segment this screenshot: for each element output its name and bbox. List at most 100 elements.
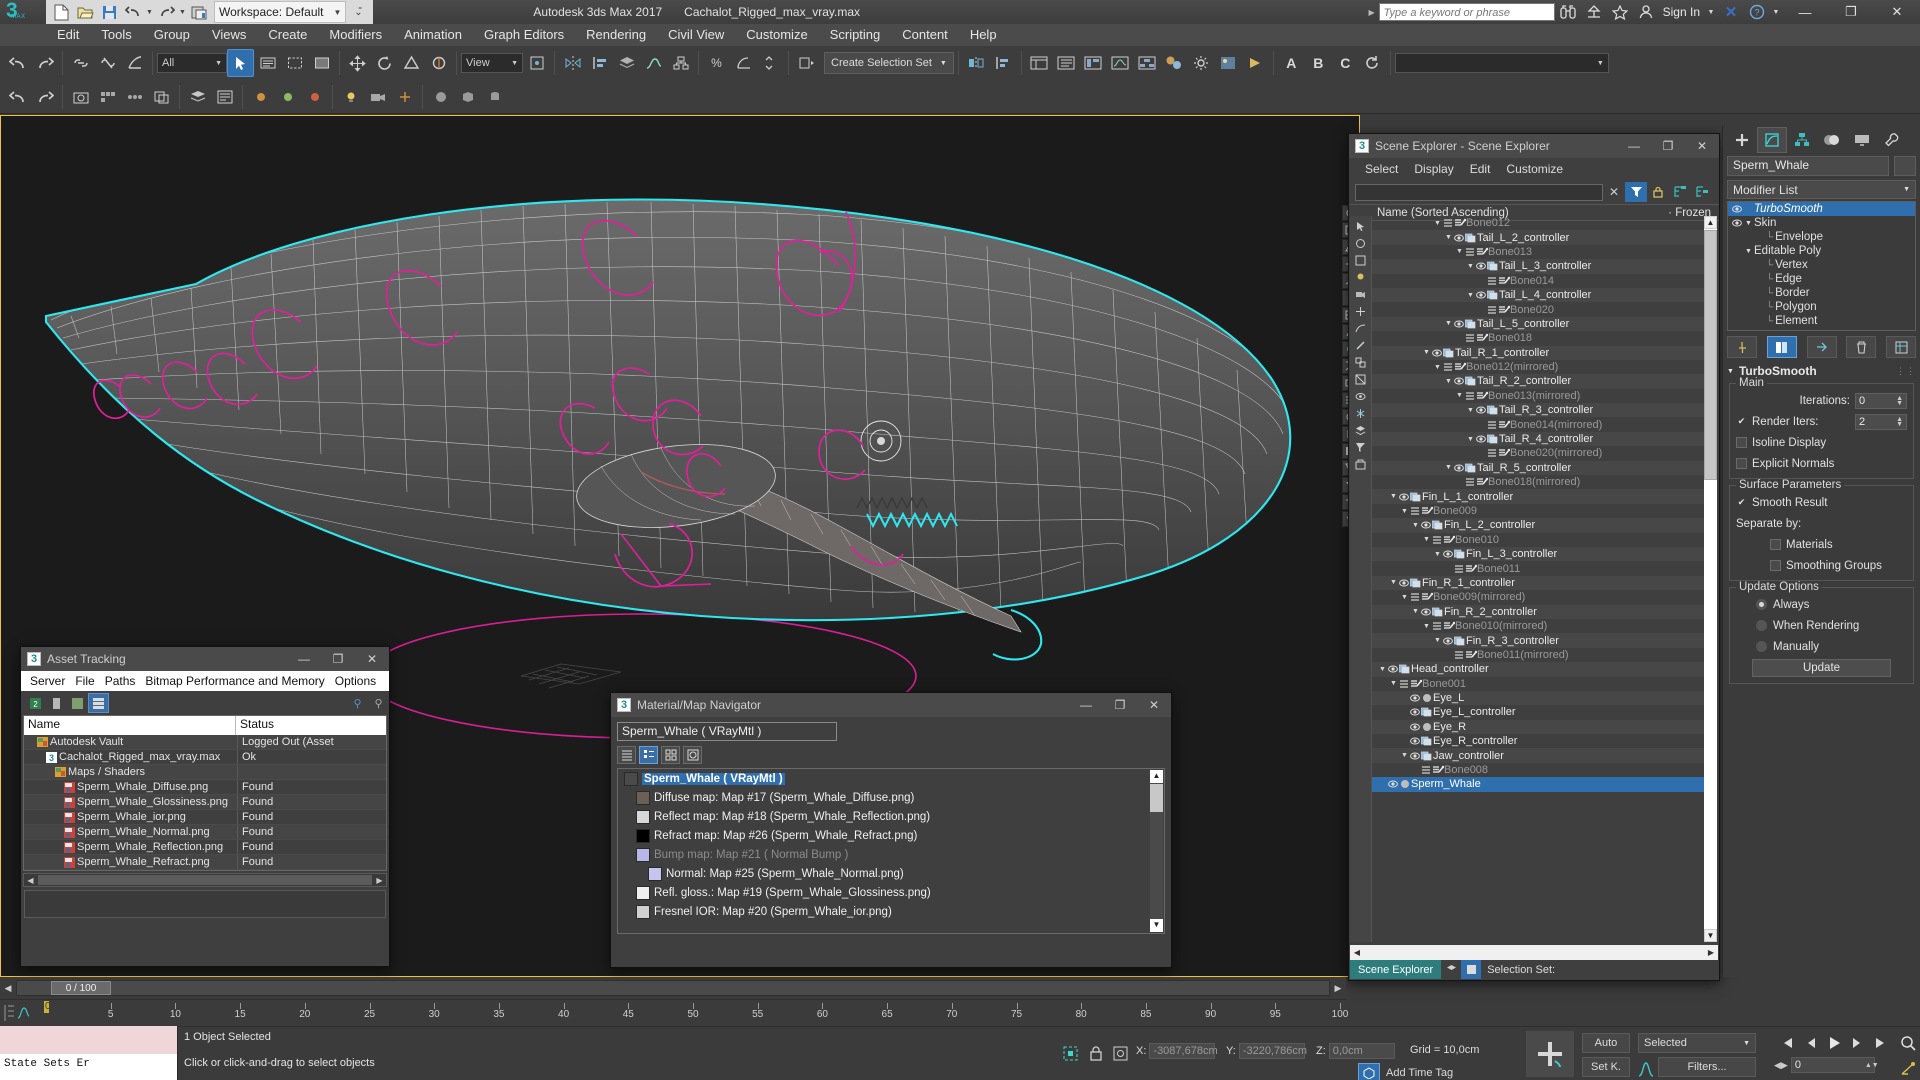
auto-key-big-icon[interactable]	[1526, 1031, 1574, 1077]
se-tool-hidden-icon[interactable]	[1353, 388, 1369, 404]
visibility-eye-icon[interactable]	[1398, 579, 1409, 587]
asset-name-cell[interactable]: 3 Cachalot_Rigged_max_vray.max	[24, 750, 238, 764]
menu-item-modifiers[interactable]: Modifiers	[318, 24, 393, 46]
scrollbar-thumb[interactable]	[1704, 230, 1717, 480]
scene-tree-row[interactable]: ▼ Bone013(mirrored)	[1372, 389, 1704, 403]
asset-row[interactable]: 3 Cachalot_Rigged_max_vray.max Ok	[24, 750, 386, 765]
node-name[interactable]: Tail_L_5_controller	[1477, 318, 1569, 330]
scroll-left-icon[interactable]: ◀	[1350, 948, 1364, 957]
expand-collapse-icon[interactable]: ▼	[1411, 522, 1420, 529]
scene-tree-row[interactable]: Eye_R_controller	[1372, 734, 1704, 748]
exchange-icon[interactable]: ✕	[1718, 0, 1744, 24]
scene-tree-row[interactable]: ▼ Bone009	[1372, 504, 1704, 518]
se-tool-shape-icon[interactable]	[1353, 252, 1369, 268]
z-input[interactable]: 0,0cm	[1328, 1043, 1395, 1059]
node-name[interactable]: Bone020(mirrored)	[1510, 447, 1602, 459]
large-icons-view-icon[interactable]	[683, 746, 702, 764]
viewport-nav-row2[interactable]	[1896, 1057, 1920, 1080]
menu-item-edit[interactable]: Edit	[46, 24, 90, 46]
asset-close-icon[interactable]: ✕	[355, 647, 389, 671]
asset-name-cell[interactable]: Maps / Shaders	[24, 765, 238, 779]
scene-tree-row[interactable]: ▼ Tail_R_1_controller	[1372, 345, 1704, 360]
node-name[interactable]: Jaw_controller	[1433, 750, 1504, 762]
asset-tracking-menubar[interactable]: Server File Paths Bitmap Performance and Me…	[21, 671, 389, 691]
menu-item-graph-editors[interactable]: Graph Editors	[473, 24, 575, 46]
display-tab-icon[interactable]	[1847, 127, 1877, 153]
node-name[interactable]: Eye_R	[1433, 721, 1466, 733]
expand-collapse-icon[interactable]: ▼	[1389, 680, 1398, 687]
spinner-arrows-icon[interactable]: ▲▼	[1896, 416, 1903, 428]
modifier-stack-row[interactable]: └ Envelope	[1728, 230, 1915, 244]
node-name[interactable]: Fin_R_3_controller	[1466, 635, 1559, 647]
object-name-input[interactable]: Sperm_Whale	[1727, 156, 1889, 176]
help-icon[interactable]: ?	[1744, 0, 1770, 24]
smoothing-groups-checkbox[interactable]	[1770, 560, 1781, 571]
scene-tree-row[interactable]: Bone011	[1372, 561, 1704, 575]
clone-icon[interactable]	[148, 83, 175, 111]
redo-view-icon[interactable]	[31, 83, 58, 111]
filters-button[interactable]: Filters...	[1658, 1057, 1756, 1077]
material-vertical-scrollbar[interactable]: ▲	[1150, 770, 1163, 932]
update-button[interactable]: Update	[1752, 659, 1891, 677]
asset-row[interactable]: Sperm_Whale_Diffuse.png Found	[24, 780, 386, 795]
node-name[interactable]: Eye_L	[1433, 692, 1464, 704]
key-step-icon[interactable]: ◀▶	[1774, 1060, 1788, 1071]
bone-layers-icon[interactable]	[1453, 564, 1464, 573]
bone-layers-icon[interactable]	[1486, 277, 1497, 285]
node-name[interactable]: Tail_R_2_controller	[1477, 375, 1571, 387]
node-name[interactable]: Eye_R_controller	[1433, 735, 1517, 747]
goto-end-icon[interactable]	[1870, 1031, 1894, 1055]
material-tree-row[interactable]: Refract map: Map #26 (Sperm_Whale_Refrac…	[618, 826, 1164, 845]
modifier-visibility-eye-icon[interactable]	[1730, 219, 1743, 227]
lock-icon[interactable]	[1647, 182, 1669, 202]
box-primitive-icon[interactable]	[454, 83, 481, 111]
material-map-navigator-dialog[interactable]: 3 Material/Map Navigator — ❐ ✕ Sperm_Wha…	[610, 692, 1172, 968]
layer-manager-icon[interactable]	[184, 83, 211, 111]
se-tool-xref-icon[interactable]	[1353, 371, 1369, 387]
material-tree-row[interactable]: Normal: Map #25 (Sperm_Whale_Normal.png)	[618, 864, 1164, 883]
stack-expand-icon[interactable]: ▼	[1743, 220, 1754, 227]
menu-item-rendering[interactable]: Rendering	[575, 24, 657, 46]
rectangular-select-region-icon[interactable]	[281, 49, 308, 77]
pin-stack-icon[interactable]	[1727, 336, 1757, 358]
asset-row[interactable]: Sperm_Whale_Reflection.png Found	[24, 840, 386, 855]
scene-tree-row[interactable]: ▼ Fin_L_1_controller	[1372, 489, 1704, 504]
x-input[interactable]: -3087,678cm	[1149, 1043, 1218, 1059]
menu-item-content[interactable]: Content	[891, 24, 959, 46]
asset-table-body[interactable]: Autodesk Vault Logged Out (Asset 3 Cachalot…	[24, 735, 386, 870]
material-tree-row[interactable]: Refl. gloss.: Map #19 (Sperm_Whale_Gloss…	[618, 883, 1164, 902]
se-tool-spacewarp-icon[interactable]	[1353, 320, 1369, 336]
playback-controls[interactable]	[1774, 1031, 1894, 1055]
scene-menu-select[interactable]: Select	[1357, 162, 1406, 176]
mirror-tool-icon[interactable]	[963, 49, 990, 77]
undo-view-icon[interactable]	[4, 83, 31, 111]
visibility-eye-icon[interactable]	[1431, 349, 1442, 357]
expand-collapse-icon[interactable]: ▼	[1433, 637, 1442, 644]
binoculars-icon[interactable]	[1555, 0, 1581, 24]
material-tree-row[interactable]: Reflect map: Map #18 (Sperm_Whale_Reflec…	[618, 807, 1164, 826]
material-tree-row[interactable]: Bump map: Map #21 ( Normal Bump )	[618, 845, 1164, 864]
expand-collapse-icon[interactable]: ▼	[1444, 234, 1453, 241]
asset-row[interactable]: Sperm_Whale_Refract.png Found	[24, 855, 386, 870]
node-name[interactable]: Fin_R_1_controller	[1422, 577, 1515, 589]
menu-item-animation[interactable]: Animation	[393, 24, 473, 46]
visibility-eye-icon[interactable]	[1420, 608, 1431, 616]
modifier-stack-row[interactable]: └ Vertex	[1728, 258, 1915, 272]
key-index-input[interactable]: 0	[1790, 1057, 1875, 1073]
spacing-tool-icon[interactable]	[121, 83, 148, 111]
collapse-all-icon[interactable]	[1691, 182, 1713, 202]
scene-tree-row[interactable]: Sperm_Whale	[1372, 777, 1704, 792]
key-mode-curve-icon[interactable]	[1634, 1057, 1658, 1080]
bone-layers-icon[interactable]	[1464, 478, 1475, 486]
scene-tree-row[interactable]: ▼ Tail_R_5_controller	[1372, 460, 1704, 476]
visibility-eye-icon[interactable]	[1387, 780, 1398, 788]
scene-tree-row[interactable]: Bone014	[1372, 274, 1704, 288]
object-name-row[interactable]: Sperm_Whale	[1727, 156, 1916, 176]
ipoint-icon[interactable]	[247, 83, 274, 111]
radio-when-rendering-row[interactable]: When Rendering	[1736, 617, 1907, 634]
scene-tree-row[interactable]: ▼ Tail_L_2_controller	[1372, 230, 1704, 245]
time-next-icon[interactable]: ▶	[1330, 983, 1346, 994]
hierarchy-tab-icon[interactable]	[1787, 127, 1817, 153]
menu-item-views[interactable]: Views	[201, 24, 257, 46]
se-tool-geometry-icon[interactable]	[1353, 235, 1369, 251]
